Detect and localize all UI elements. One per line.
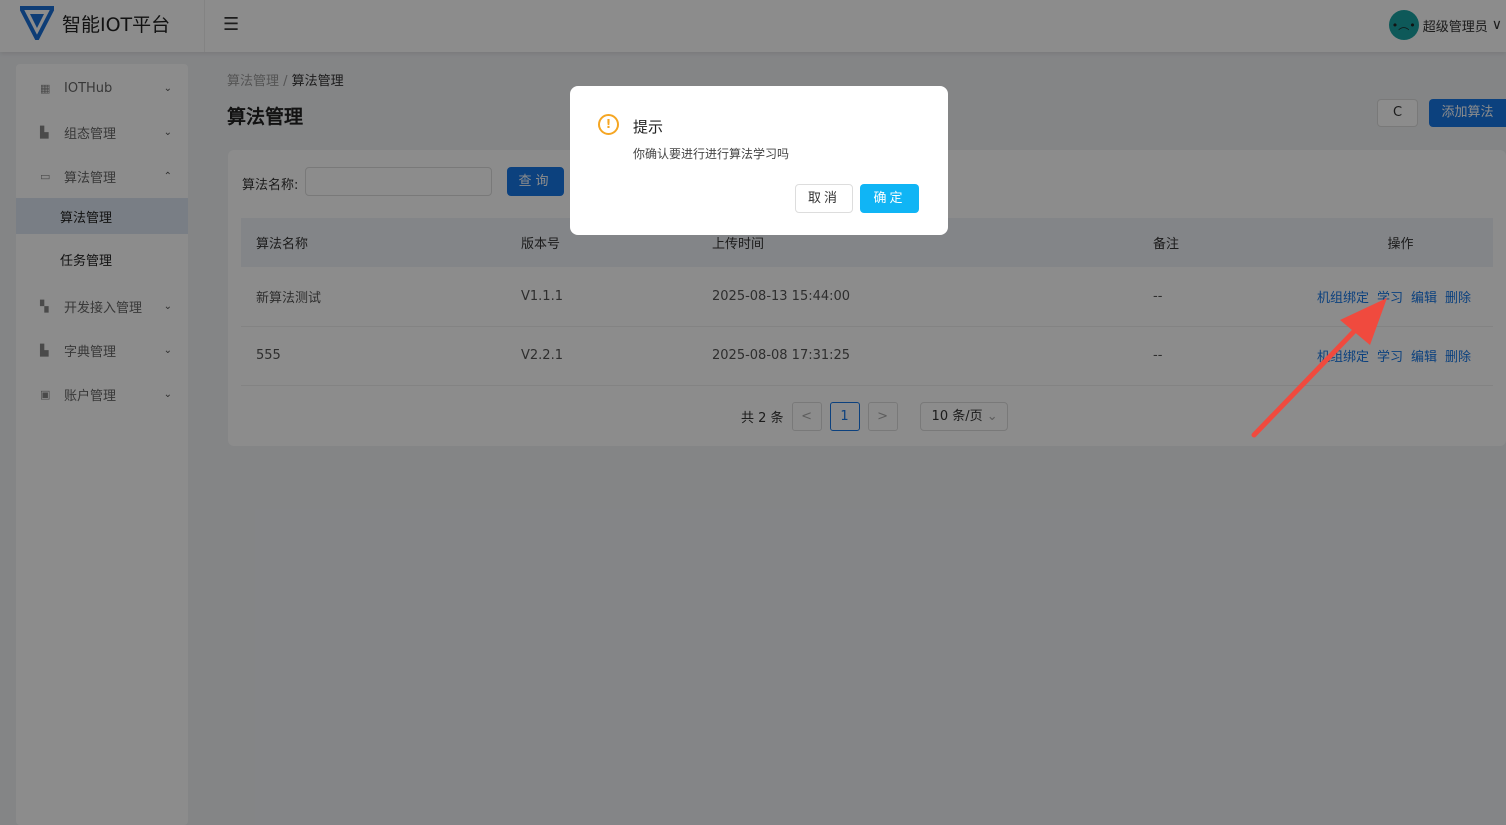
confirm-button[interactable]: 确定 [860,184,919,213]
dialog-message: 你确认要进行进行算法学习吗 [633,147,790,161]
warning-icon: ! [598,114,619,135]
annotation-arrow-icon [1251,298,1387,438]
confirm-dialog: ! 提示 你确认要进行进行算法学习吗 取消 确定 [570,86,948,235]
dialog-title: 提示 [633,118,664,136]
cancel-button[interactable]: 取消 [795,184,853,213]
